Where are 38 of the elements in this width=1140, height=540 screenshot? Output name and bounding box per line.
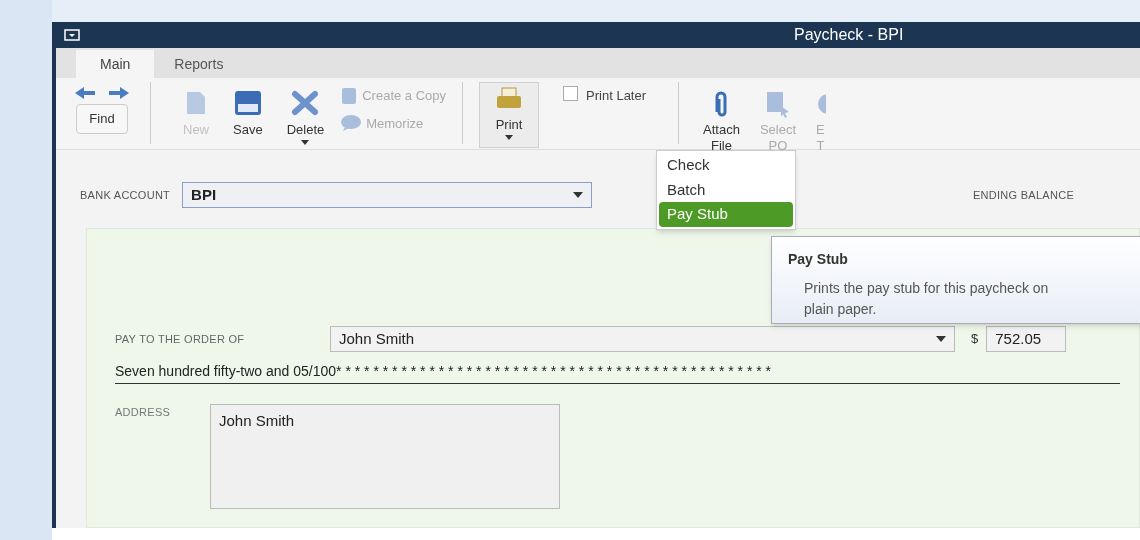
print-later-checkbox[interactable]: [563, 86, 579, 101]
tooltip-text: Prints the pay stub for this paycheck on plain paper.: [804, 279, 1050, 319]
speech-bubble-icon: [340, 114, 363, 133]
tab[interactable]: Reports: [158, 50, 240, 78]
delete-button[interactable]: Delete: [286, 82, 325, 145]
printer-icon: [496, 87, 523, 111]
bank-account-dropdown[interactable]: BPI: [182, 182, 593, 208]
document-cursor-icon: [764, 90, 791, 118]
delete-x-icon: [291, 90, 320, 116]
menu-item[interactable]: Batch: [659, 177, 793, 202]
print-button[interactable]: Print: [479, 82, 540, 148]
ending-balance-label: ENDING BALANCE: [972, 187, 1074, 203]
next-arrow-icon[interactable]: [108, 86, 130, 100]
print-later-label: Print Later: [586, 87, 647, 105]
menu-item[interactable]: Pay Stub: [659, 202, 793, 227]
previous-arrow-icon[interactable]: [74, 86, 96, 100]
address-label: ADDRESS: [115, 405, 172, 420]
amount-field[interactable]: 752.05: [986, 326, 1067, 352]
tooltip-title: Pay Stub: [788, 250, 849, 269]
tab[interactable]: Main: [76, 50, 155, 78]
copy-icon: [340, 86, 359, 105]
window-menu-icon[interactable]: [64, 29, 80, 41]
window-title: Paycheck - BPI: [794, 25, 904, 45]
bank-account-label: BANK ACCOUNT: [80, 187, 171, 203]
pay-to-label: PAY TO THE ORDER OF: [115, 331, 246, 347]
menu-item[interactable]: Check: [659, 153, 793, 178]
dropdown-caret-icon: [936, 336, 946, 342]
find-button[interactable]: Find: [76, 104, 128, 134]
save-button[interactable]: Save: [233, 82, 263, 145]
address-field[interactable]: John Smith: [210, 404, 560, 509]
caret-icon: [505, 134, 514, 140]
currency-symbol: $: [971, 330, 979, 349]
payee-dropdown[interactable]: John Smith: [330, 326, 955, 352]
dropdown-caret-icon: [573, 192, 584, 198]
paperclip-icon: [713, 90, 730, 118]
amount-in-words: Seven hundred fifty-two and 05/100* * * * * * * * * * * * * * * * * * * * * * * * * * * * * * * * * * * * * * * * * * * * * * *: [115, 361, 1120, 384]
caret-icon: [301, 139, 310, 145]
attach-button[interactable]: Attach File: [703, 82, 740, 154]
